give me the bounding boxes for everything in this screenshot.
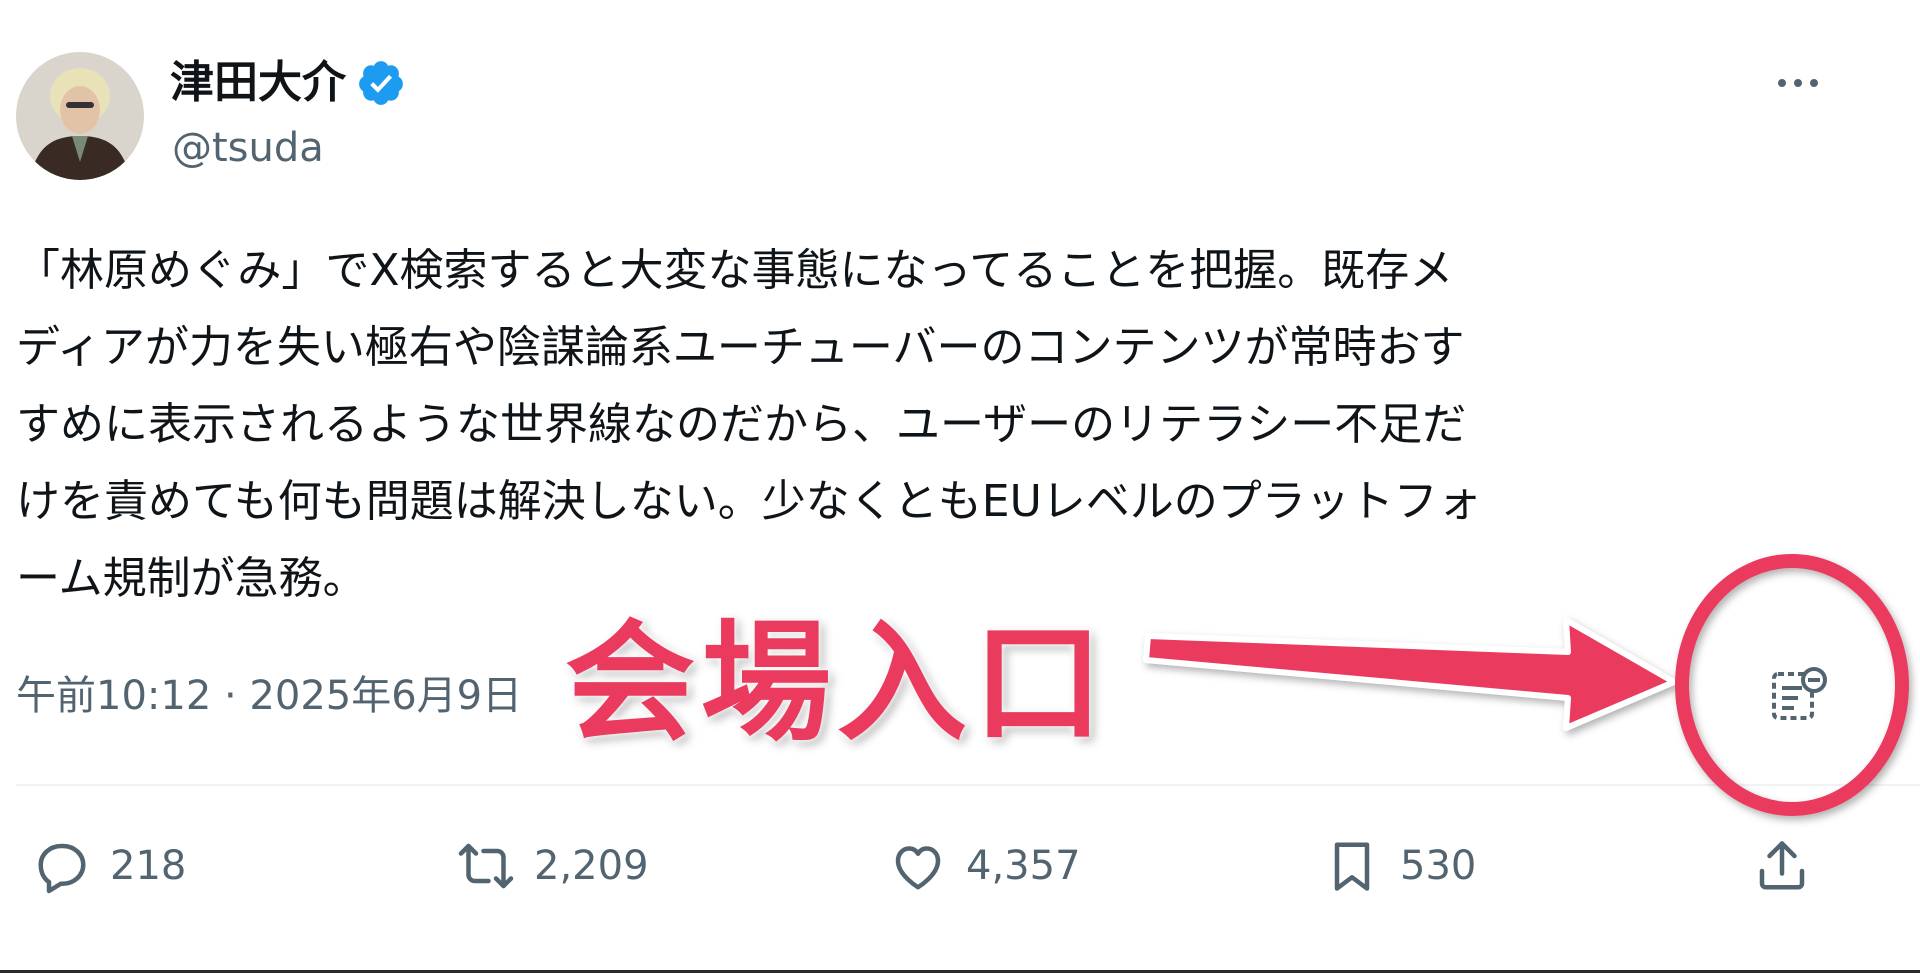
tweet-text: 「林原めぐみ」でX検索すると大変な事態になってることを把握。既存メ ディアが力を… [16, 232, 1816, 617]
share-icon [1759, 841, 1805, 890]
share-button[interactable] [1752, 836, 1830, 896]
reply-button[interactable]: 218 [32, 836, 186, 896]
tweet-text-line: 「林原めぐみ」でX検索すると大変な事態になってることを把握。既存メ [16, 245, 1454, 296]
tweet-text-line: けを責めても何も問題は解決しない。少なくともEUレベルのプラットフォ [16, 476, 1482, 527]
avatar-image [16, 52, 144, 180]
handle[interactable]: @tsuda [172, 122, 324, 174]
tweet-text-line: ディアが力を失い極右や陰謀論系ユーチューバーのコンテンツが常時おす [16, 322, 1465, 373]
display-name-text: 津田大介 [170, 57, 346, 108]
divider [16, 784, 1920, 786]
bookmark-count: 530 [1400, 843, 1477, 889]
like-button[interactable]: 4,357 [888, 836, 1081, 896]
tweet-text-line: すめに表示されるような世界線なのだから、ユーザーのリテラシー不足だ [16, 399, 1467, 450]
retweet-icon [458, 843, 514, 889]
annotation-label: 会場入口 [565, 607, 1110, 759]
avatar[interactable] [16, 52, 144, 180]
retweet-count: 2,209 [534, 843, 649, 889]
more-dots-icon [1778, 79, 1818, 87]
display-name[interactable]: 津田大介 [170, 55, 406, 111]
verified-badge-icon [359, 61, 403, 105]
like-count: 4,357 [966, 843, 1081, 889]
annotation-arrow [1143, 617, 1677, 731]
like-heart-icon [895, 846, 941, 890]
bookmark-button[interactable]: 530 [1322, 836, 1476, 896]
more-options-button[interactable] [1768, 58, 1828, 108]
tweet-timestamp[interactable]: 午前10:12 · 2025年6月9日 [16, 668, 522, 724]
bookmark-icon [1334, 842, 1370, 891]
retweet-button[interactable]: 2,209 [456, 836, 649, 896]
reply-icon [38, 843, 86, 894]
reply-count: 218 [110, 843, 187, 889]
request-community-note-icon[interactable] [1768, 664, 1830, 726]
